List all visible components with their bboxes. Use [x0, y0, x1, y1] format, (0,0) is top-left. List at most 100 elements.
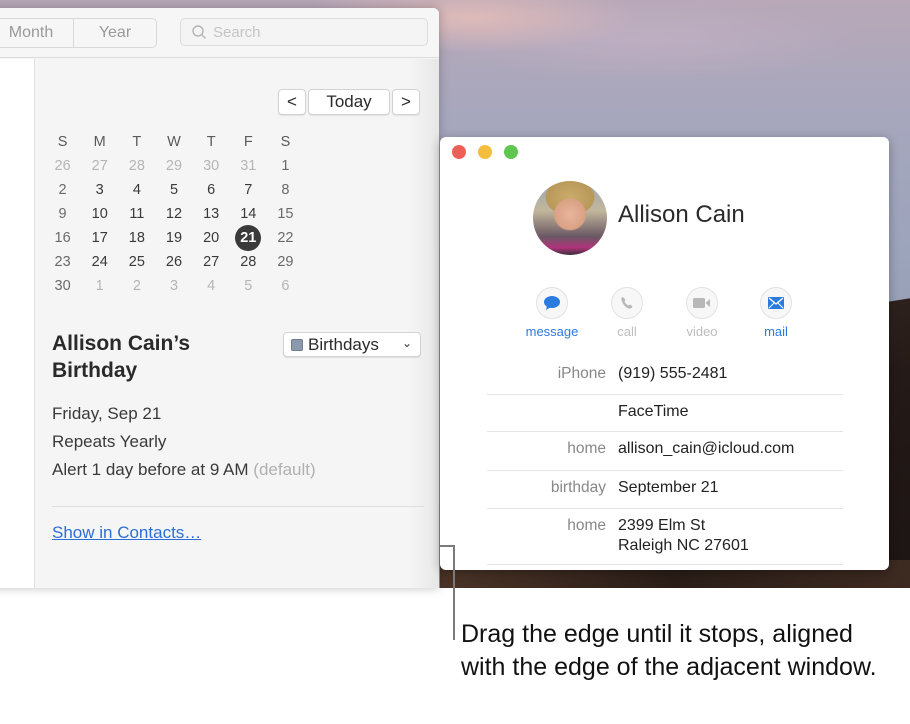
calendar-day[interactable]: 28 [118, 158, 155, 174]
next-button[interactable]: > [392, 89, 420, 115]
calendar-day-number: 7 [244, 182, 253, 198]
zoom-button[interactable] [504, 145, 518, 159]
calendar-day[interactable]: 19 [155, 230, 192, 246]
phone-icon [621, 297, 633, 309]
email-address[interactable]: allison_cain@icloud.com [618, 439, 794, 459]
calendar-day[interactable]: 16 [44, 230, 81, 246]
calendar-day[interactable]: 30 [44, 278, 81, 294]
facetime-link[interactable]: FaceTime [618, 402, 689, 422]
calendar-day[interactable]: 4 [118, 182, 155, 198]
calendar-day-number: 2 [58, 182, 67, 198]
chevron-left-icon: < [287, 92, 297, 111]
callout-caption: Drag the edge until it stops, aligned wi… [461, 620, 877, 681]
calendar-day[interactable]: 13 [193, 206, 230, 222]
event-alert: Alert 1 day before at 9 AM (default) [52, 460, 316, 480]
calendar-day[interactable]: 30 [193, 158, 230, 174]
calendar-week-row: 16 17 18 19 20 21 22 [44, 225, 304, 251]
calendar-select[interactable]: Birthdays ⌄ [283, 332, 421, 357]
calendar-day[interactable]: 25 [118, 254, 155, 270]
show-in-contacts-link[interactable]: Show in Contacts… [52, 523, 201, 543]
calendar-day-number: 12 [165, 206, 183, 222]
calendar-day[interactable]: 26 [155, 254, 192, 270]
search-input[interactable] [213, 23, 413, 41]
weekday-header: M [93, 134, 106, 150]
calendar-day-number: 29 [165, 158, 183, 174]
calendar-day-number: 25 [128, 254, 145, 270]
field-row-facetime: FaceTime [487, 395, 843, 432]
calendar-day[interactable]: 1 [81, 278, 118, 294]
calendar-day[interactable]: 23 [44, 254, 81, 270]
calendar-day[interactable]: 15 [267, 206, 304, 222]
calendar-day[interactable]: 3 [155, 278, 192, 294]
calendar-day[interactable]: 12 [155, 206, 192, 222]
minimize-button[interactable] [478, 145, 492, 159]
close-button[interactable] [452, 145, 466, 159]
call-button[interactable]: call [597, 287, 657, 339]
address-line1[interactable]: 2399 Elm St [618, 516, 705, 536]
calendar-day[interactable]: 1 [267, 158, 304, 174]
calendar-day[interactable]: 5 [230, 278, 267, 294]
calendar-day[interactable]: 11 [118, 206, 155, 222]
calendar-day[interactable]: 5 [155, 182, 192, 198]
calendar-day[interactable]: 29 [267, 254, 304, 270]
calendar-day-selected[interactable]: 21 [230, 225, 267, 251]
calendar-day[interactable]: 26 [44, 158, 81, 174]
calendar-color-swatch [291, 338, 303, 351]
calendar-day[interactable]: 7 [230, 182, 267, 198]
calendar-day[interactable]: 31 [230, 158, 267, 174]
field-label: birthday [550, 479, 606, 496]
calendar-day[interactable]: 18 [118, 230, 155, 246]
calendar-day-number: 2 [132, 278, 141, 294]
calendar-select-value: Birthdays [308, 334, 379, 354]
calendar-day[interactable]: 14 [230, 206, 267, 222]
calendar-day-number: 23 [54, 254, 71, 270]
field-row-iphone: iPhone (919) 555-2481 [487, 361, 843, 395]
calendar-day[interactable]: 10 [81, 206, 118, 222]
mail-button[interactable]: mail [746, 287, 806, 339]
calendar-day[interactable]: 27 [193, 254, 230, 270]
message-label: message [525, 324, 579, 339]
chevron-right-icon: > [401, 92, 411, 111]
calendar-day-number: 6 [207, 182, 216, 198]
call-label: call [617, 324, 637, 339]
calendar-day-number: 22 [277, 230, 294, 246]
calendar-day-number: 16 [54, 230, 71, 246]
mail-label: mail [764, 324, 788, 339]
calendar-day[interactable]: 2 [118, 278, 155, 294]
field-row-birthday: birthday September 21 [487, 471, 843, 509]
weekday-header: T [206, 134, 216, 150]
event-title-line2: Birthday [52, 359, 138, 382]
contact-card-window: Allison Cain message call video mail iPh… [440, 137, 889, 570]
calendar-day-number: 19 [165, 230, 183, 246]
calendar-day[interactable]: 9 [44, 206, 81, 222]
search-field[interactable] [180, 18, 428, 46]
calendar-day[interactable]: 2 [44, 182, 81, 198]
tab-year[interactable]: Year [74, 19, 156, 47]
previous-button[interactable]: < [278, 89, 306, 115]
calendar-day[interactable]: 8 [267, 182, 304, 198]
divider [52, 506, 424, 507]
calendar-day[interactable]: 6 [193, 182, 230, 198]
calendar-day[interactable]: 4 [193, 278, 230, 294]
weekday-header: S [57, 134, 68, 150]
address-line2[interactable]: Raleigh NC 27601 [618, 536, 749, 556]
calendar-day[interactable]: 24 [81, 254, 118, 270]
birthday-value: September 21 [618, 479, 719, 496]
tab-month[interactable]: Month [0, 19, 74, 47]
calendar-day[interactable]: 3 [81, 182, 118, 198]
calendar-day[interactable]: 17 [81, 230, 118, 246]
calendar-day-number: 3 [169, 278, 179, 294]
calendar-day[interactable]: 6 [267, 278, 304, 294]
calendar-day-number: 15 [277, 206, 294, 222]
search-icon [192, 25, 206, 39]
video-button[interactable]: video [672, 287, 732, 339]
today-button[interactable]: Today [308, 89, 390, 115]
calendar-day[interactable]: 28 [230, 254, 267, 270]
calendar-toolbar: Month Year [0, 8, 439, 58]
calendar-day[interactable]: 20 [193, 230, 230, 246]
calendar-day[interactable]: 22 [267, 230, 304, 246]
calendar-day[interactable]: 29 [155, 158, 192, 174]
message-button[interactable]: message [522, 287, 582, 339]
phone-number[interactable]: (919) 555-2481 [618, 364, 727, 384]
calendar-day[interactable]: 27 [81, 158, 118, 174]
